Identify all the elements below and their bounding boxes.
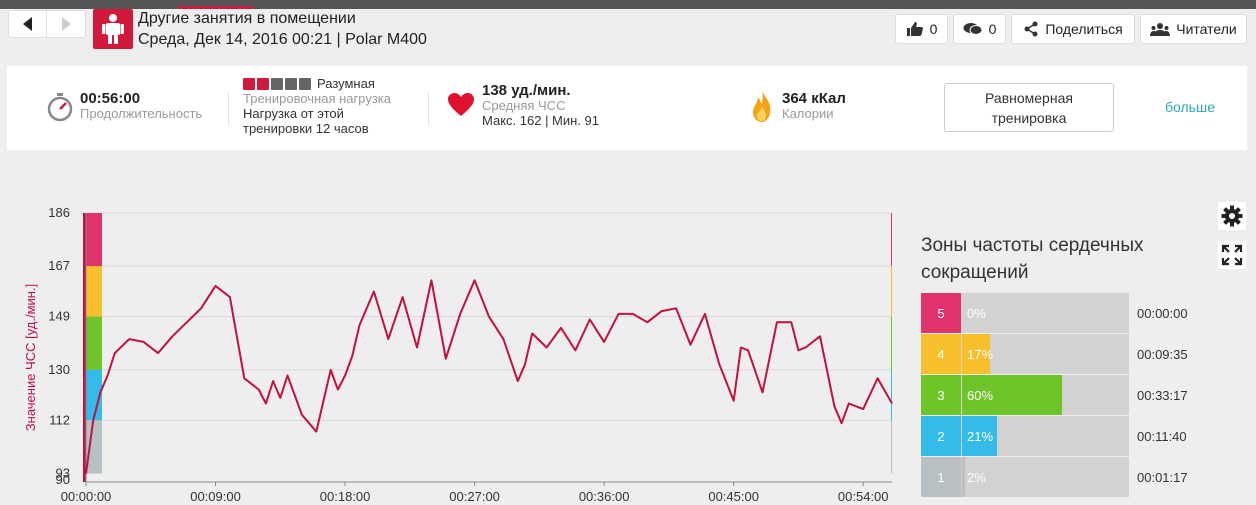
y-tick-label: 90: [56, 472, 70, 487]
training-load-note-line2: тренировки 12 часов: [243, 121, 369, 136]
calories-value: 364 кКал: [782, 90, 846, 107]
arrow-left-icon: [23, 17, 32, 31]
zone-band-edge-3: [891, 316, 892, 370]
more-link[interactable]: больше: [1165, 99, 1215, 115]
zone-percent: 2%: [967, 470, 986, 485]
heart-icon: [448, 93, 474, 122]
zone-band-3: [86, 316, 102, 370]
page-title: Другие занятия в помещении: [138, 10, 356, 27]
avg-hr-value: 138 уд./мин.: [482, 82, 571, 99]
hr-minmax: Макс. 162 | Мин. 91: [482, 113, 600, 128]
zone-band-edge-1: [891, 420, 892, 474]
zone-row-3: 3 60%: [921, 375, 1129, 415]
divider: [228, 92, 229, 126]
y-axis-title: Значение ЧСС [уд./мин.]: [23, 284, 38, 431]
y-tick-label: 130: [48, 362, 70, 377]
navigation-buttons: [8, 10, 86, 38]
summary-panel: 00:56:00 Продолжительность Разумная Трен…: [7, 66, 1247, 150]
zone-number: 1: [921, 457, 961, 497]
training-benefit-line1: Равномерная: [985, 90, 1073, 106]
x-tick-label: 00:36:00: [579, 489, 630, 504]
zones-title: Зоны частоты сердечных сокращений: [921, 235, 1144, 283]
comment-icon: [963, 23, 983, 35]
x-tick-label: 00:27:00: [449, 489, 500, 504]
zone-row-4: 4 17%: [921, 334, 1129, 374]
person-icon: [93, 9, 133, 49]
heart-rate-chart[interactable]: 186167149130112939000:00:00 00:09:00 00:18…: [0, 160, 900, 505]
duration-value: 00:56:00: [80, 90, 141, 107]
gear-icon[interactable]: [1218, 202, 1246, 230]
training-load-indicator: [243, 77, 313, 90]
zone-time: 00:33:17: [1137, 388, 1188, 403]
zone-row-1: 1 2%: [921, 457, 1129, 497]
stopwatch-icon: [46, 92, 74, 127]
zone-time: 00:01:17: [1137, 470, 1188, 485]
training-load-note-line1: Нагрузка от этой: [243, 106, 344, 121]
training-load-label: Тренировочная нагрузка: [243, 91, 392, 106]
y-tick-label: 149: [48, 309, 70, 324]
y-tick-label: 186: [48, 205, 70, 220]
zone-percent: 60%: [967, 388, 994, 403]
comment-count: 0: [988, 21, 997, 37]
divider: [428, 92, 429, 126]
training-benefit-button[interactable]: Равномерная тренировка: [944, 83, 1114, 132]
zone-time: 00:09:35: [1137, 347, 1188, 362]
zone-number: 3: [921, 375, 961, 415]
people-icon: [1150, 23, 1171, 36]
share-button[interactable]: Поделиться: [1011, 14, 1135, 44]
arrow-right-icon: [61, 17, 71, 31]
x-tick-label: 00:09:00: [190, 489, 241, 504]
like-count: 0: [929, 21, 938, 37]
zone-band-4: [86, 266, 102, 317]
thumbs-up-icon: [906, 22, 923, 36]
avg-hr-label: Средняя ЧСС: [482, 98, 566, 113]
zone-band-edge-2: [891, 369, 892, 421]
training-load-level: Разумная: [317, 76, 375, 91]
x-tick-label: 00:45:00: [708, 489, 759, 504]
zone-number: 4: [921, 334, 961, 374]
next-button[interactable]: [47, 10, 86, 38]
zone-time: 00:00:00: [1137, 306, 1188, 321]
zone-fill-bar: [962, 457, 965, 497]
zone-percent: 21%: [967, 429, 994, 444]
y-tick-label: 112: [49, 412, 70, 427]
x-tick-label: 00:18:00: [320, 489, 371, 504]
share-icon: [1024, 21, 1038, 37]
zone-band-5: [86, 213, 102, 267]
calories-label: Калории: [782, 106, 834, 121]
zone-percent: 0%: [967, 306, 986, 321]
zone-band-1: [86, 420, 102, 474]
zone-time: 00:11:40: [1137, 429, 1187, 444]
share-label: Поделиться: [1045, 21, 1123, 37]
comment-button[interactable]: 0: [953, 14, 1006, 44]
previous-button[interactable]: [8, 10, 47, 38]
y-tick-label: 167: [48, 258, 70, 273]
readers-label: Читатели: [1176, 21, 1237, 37]
like-button[interactable]: 0: [895, 14, 948, 44]
readers-button[interactable]: Читатели: [1140, 14, 1247, 44]
zone-row-5: 5 0%: [921, 293, 1129, 333]
training-benefit-line2: тренировка: [991, 110, 1067, 126]
zone-number: 2: [921, 416, 961, 456]
top-bar: [0, 0, 1256, 9]
zone-row-2: 2 21%: [921, 416, 1129, 456]
expand-icon[interactable]: [1218, 241, 1246, 269]
zone-band-edge-4: [891, 266, 892, 317]
flame-icon: [752, 91, 772, 128]
zone-number: 5: [921, 293, 961, 333]
duration-label: Продолжительность: [80, 106, 203, 121]
x-tick-label: 00:00:00: [61, 489, 112, 504]
zone-band-edge-5: [891, 213, 892, 267]
x-tick-label: 00:54:00: [838, 489, 889, 504]
zone-percent: 17%: [967, 347, 994, 362]
page-subtitle: Среда, Дек 14, 2016 00:21 | Polar M400: [138, 31, 427, 48]
active-tab-indicator: [178, 6, 254, 9]
